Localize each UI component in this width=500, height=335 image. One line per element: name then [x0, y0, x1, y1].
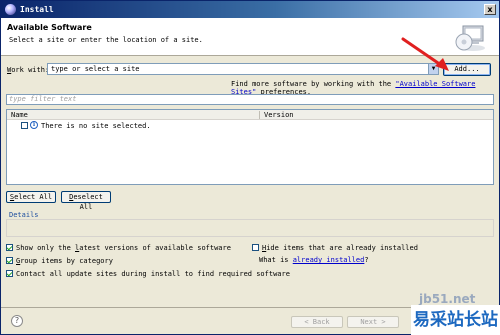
table-header: Name Version: [7, 110, 493, 120]
table-row[interactable]: i There is no site selected.: [7, 121, 493, 131]
hide-installed-label: Hide items that are already installed: [262, 244, 418, 252]
site-combo-box[interactable]: type or select a site ▼: [47, 63, 439, 75]
group-by-category-checkbox[interactable]: [6, 257, 13, 264]
group-by-category-label: Group items by category: [16, 257, 113, 265]
title-bar: Install x: [1, 1, 499, 18]
contact-update-sites-label: Contact all update sites during install …: [16, 270, 290, 278]
info-icon: i: [30, 121, 38, 129]
show-latest-versions-label: Show only the latest versions of availab…: [16, 244, 231, 252]
details-area: [6, 219, 494, 237]
contact-update-sites-checkbox[interactable]: [6, 270, 13, 277]
software-table: Name Version i There is no site selected…: [6, 109, 494, 185]
red-arrow-annotation-icon: [401, 37, 449, 71]
back-button[interactable]: < Back: [291, 316, 343, 328]
show-latest-versions-checkbox[interactable]: [6, 244, 13, 251]
already-installed-link[interactable]: already installed: [293, 256, 365, 264]
watermark-url: jb51.net: [419, 292, 476, 306]
column-header-name[interactable]: Name: [11, 111, 28, 119]
details-label: Details: [9, 211, 39, 219]
help-icon[interactable]: ?: [11, 315, 23, 327]
hide-installed-checkbox[interactable]: [252, 244, 259, 251]
close-button[interactable]: x: [484, 4, 496, 15]
site-watermark: jb51.net 易采站长站: [401, 291, 500, 335]
column-header-version[interactable]: Version: [264, 111, 294, 119]
deselect-all-button[interactable]: Deselect All: [61, 191, 111, 211]
install-dialog: Install x Available Software Select a si…: [0, 0, 500, 335]
work-with-label: Work with:: [7, 66, 50, 74]
page-title: Available Software: [7, 23, 92, 32]
row-checkbox[interactable]: [21, 122, 28, 129]
install-wizard-icon: [455, 25, 485, 51]
filter-input[interactable]: type filter text: [6, 94, 494, 105]
window-title: Install: [20, 5, 54, 14]
what-is-installed-text: What is already installed?: [259, 256, 369, 264]
watermark-brand: 易采站长站: [411, 305, 500, 335]
eclipse-app-icon: [5, 4, 16, 15]
column-divider[interactable]: [259, 111, 260, 119]
site-combo-value: type or select a site: [51, 65, 140, 73]
select-all-button[interactable]: Select All: [6, 191, 56, 203]
row-name: There is no site selected.: [41, 122, 151, 130]
page-description: Select a site or enter the location of a…: [9, 36, 203, 44]
next-button[interactable]: Next >: [347, 316, 399, 328]
